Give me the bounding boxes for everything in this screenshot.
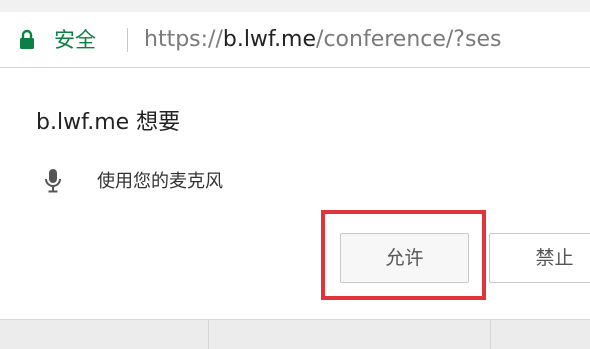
page-content-below (0, 319, 590, 349)
url-text[interactable]: https://b.lwf.me/conference/?ses (144, 25, 501, 55)
microphone-icon (45, 169, 61, 193)
page-column-divider (490, 320, 491, 349)
address-bar-divider (127, 28, 128, 52)
toolbar-top-edge (0, 0, 590, 12)
address-bar[interactable]: 安全 https://b.lwf.me/conference/?ses (0, 12, 590, 68)
url-path: /conference/?ses (316, 27, 502, 52)
block-button[interactable]: 禁止 (489, 233, 590, 283)
browser-window: 安全 https://b.lwf.me/conference/?ses b.lw… (0, 0, 590, 349)
url-scheme: https:// (144, 27, 223, 52)
permission-text: 使用您的麦克风 (97, 171, 223, 192)
url-host: b.lwf.me (222, 27, 317, 52)
dialog-title: b.lwf.me 想要 (36, 110, 181, 135)
security-label[interactable]: 安全 (54, 26, 96, 54)
lock-icon[interactable] (19, 29, 35, 49)
page-column-divider (208, 320, 209, 349)
annotation-highlight-box (321, 210, 486, 300)
